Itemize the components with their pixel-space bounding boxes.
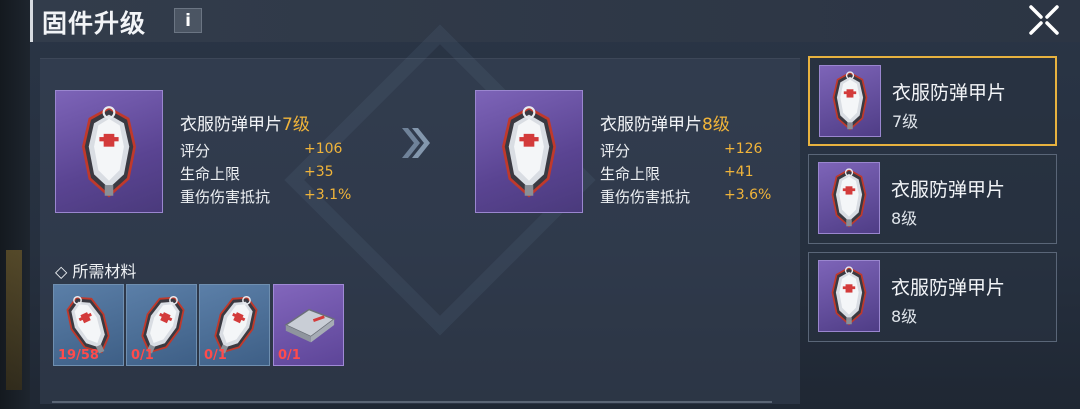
side-list-item[interactable]: 衣服防弹甲片 8级 xyxy=(808,252,1057,342)
side-item-name: 衣服防弹甲片 xyxy=(891,277,1006,299)
material-slot[interactable]: 19/58 xyxy=(53,284,124,366)
side-list-item[interactable]: 衣服防弹甲片 7级 xyxy=(808,56,1057,146)
next-item-icon[interactable] xyxy=(475,90,583,213)
side-item-level: 8级 xyxy=(891,209,918,228)
material-slot[interactable]: 0/1 xyxy=(273,284,344,366)
side-item-level: 7级 xyxy=(892,112,919,131)
next-stat-value: +126 xyxy=(724,141,763,157)
current-stat-label: 重伤伤害抵抗 xyxy=(180,188,271,206)
materials-title: ◇ 所需材料 xyxy=(55,262,137,281)
current-item-name: 衣服防弹甲片7级 xyxy=(180,115,310,135)
material-count: 0/1 xyxy=(278,348,301,363)
page-title: 固件升级 xyxy=(42,9,147,38)
current-stat-label: 生命上限 xyxy=(180,165,241,183)
side-item-name: 衣服防弹甲片 xyxy=(892,82,1007,104)
next-stat-label: 生命上限 xyxy=(600,165,661,183)
next-stat-value: +41 xyxy=(724,164,754,180)
armor-plate-icon xyxy=(828,167,870,229)
side-item-name: 衣服防弹甲片 xyxy=(891,179,1006,201)
next-item-level: 8级 xyxy=(702,115,730,135)
info-button[interactable]: i xyxy=(174,8,202,33)
current-item-level: 7级 xyxy=(282,115,310,135)
armor-plate-icon xyxy=(77,104,141,200)
next-stat-label: 评分 xyxy=(600,142,631,160)
material-count: 0/1 xyxy=(204,348,227,363)
close-icon xyxy=(1029,5,1059,35)
material-count: 19/58 xyxy=(58,348,99,363)
current-item-icon[interactable] xyxy=(55,90,163,213)
upgrade-arrow-icon xyxy=(402,128,430,158)
next-stat-label: 重伤伤害抵抗 xyxy=(600,188,691,206)
left-edge-strip xyxy=(0,0,30,409)
armor-plate-icon xyxy=(497,104,561,200)
material-slot[interactable]: 0/1 xyxy=(126,284,197,366)
background-accent xyxy=(6,250,22,390)
next-item-name: 衣服防弹甲片8级 xyxy=(600,115,730,135)
armor-plate-icon xyxy=(829,70,871,132)
divider xyxy=(52,401,772,403)
metal-plate-icon xyxy=(280,296,338,354)
close-button[interactable] xyxy=(1024,2,1064,38)
side-list-item[interactable]: 衣服防弹甲片 8级 xyxy=(808,154,1057,244)
side-item-thumbnail xyxy=(819,65,881,137)
current-stat-value: +106 xyxy=(304,141,343,157)
armor-plate-icon xyxy=(828,265,870,327)
next-stat-value: +3.6% xyxy=(724,187,772,203)
header-edge xyxy=(30,0,33,42)
side-item-thumbnail xyxy=(818,260,880,332)
current-stat-value: +3.1% xyxy=(304,187,352,203)
current-stat-value: +35 xyxy=(304,164,334,180)
material-count: 0/1 xyxy=(131,348,154,363)
side-item-level: 8级 xyxy=(891,307,918,326)
side-item-thumbnail xyxy=(818,162,880,234)
current-stat-label: 评分 xyxy=(180,142,211,160)
material-slot[interactable]: 0/1 xyxy=(199,284,270,366)
